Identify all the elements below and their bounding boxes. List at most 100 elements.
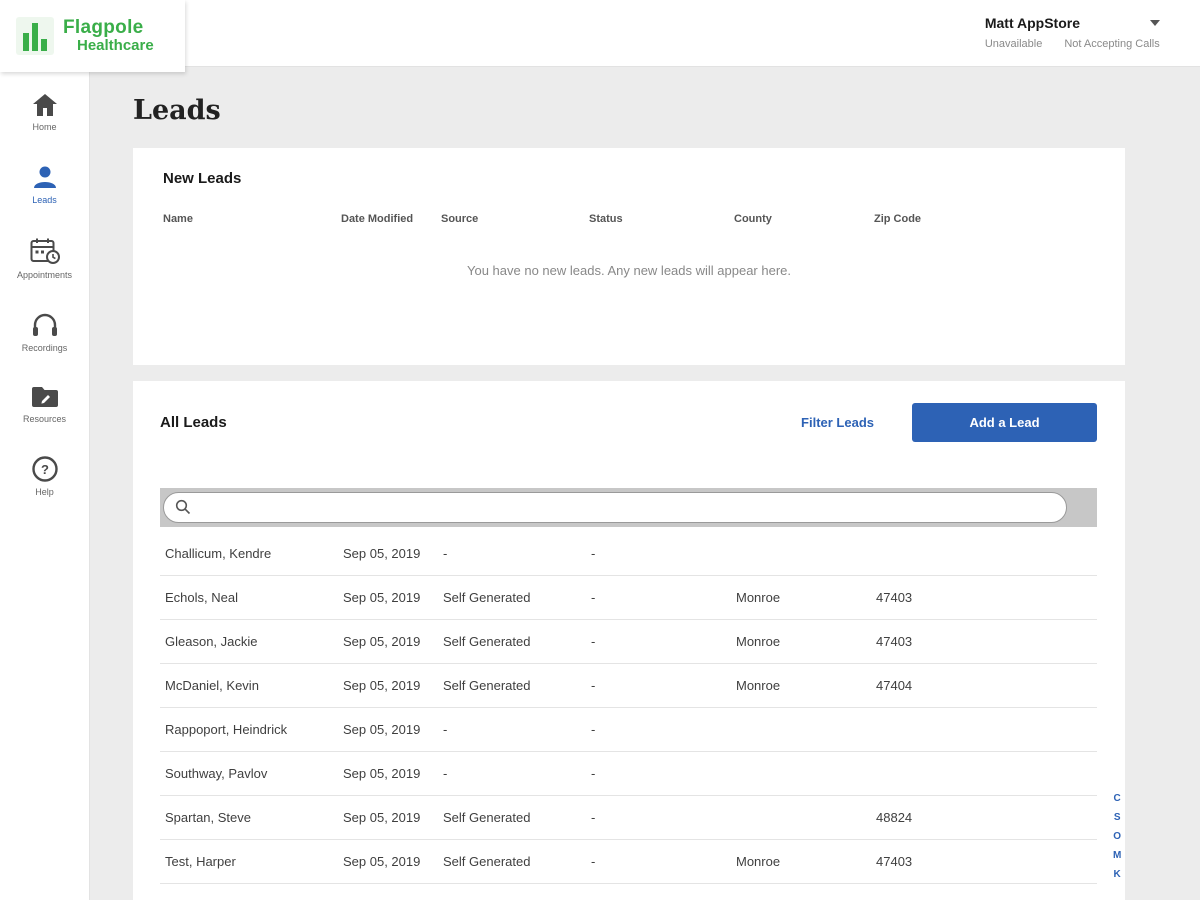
filter-leads-link[interactable]: Filter Leads — [801, 415, 874, 430]
svg-text:?: ? — [41, 462, 49, 477]
lead-date: Sep 05, 2019 — [343, 546, 443, 561]
table-row[interactable]: Spartan, Steve Sep 05, 2019 Self Generat… — [160, 796, 1097, 840]
lead-source: Self Generated — [443, 590, 591, 605]
lead-zip: 47403 — [876, 634, 1097, 649]
lead-status: - — [591, 678, 736, 693]
lead-source: Self Generated — [443, 678, 591, 693]
lead-date: Sep 05, 2019 — [343, 590, 443, 605]
lead-status: - — [591, 722, 736, 737]
sidebar-item-label: Recordings — [22, 343, 68, 353]
lead-county: Monroe — [736, 678, 876, 693]
table-row[interactable]: Rappoport, Heindrick Sep 05, 2019 - - — [160, 708, 1097, 752]
call-status: Not Accepting Calls — [1064, 38, 1159, 50]
lead-status: - — [591, 766, 736, 781]
column-header-name: Name — [163, 213, 341, 225]
flagpole-logo-icon — [16, 17, 54, 55]
lead-date: Sep 05, 2019 — [343, 810, 443, 825]
alphabet-index-letter[interactable]: S — [1114, 812, 1121, 823]
brand-logo[interactable]: Flagpole Healthcare — [0, 0, 185, 72]
sidebar-item-leads[interactable]: Leads — [0, 164, 89, 205]
brand-name-line1: Flagpole — [63, 18, 154, 38]
alphabet-index: C S O M K — [1113, 793, 1121, 880]
lead-name: Rappoport, Heindrick — [165, 722, 343, 737]
new-leads-empty-message: You have no new leads. Any new leads wil… — [163, 263, 1095, 278]
search-bar-strip — [160, 488, 1097, 527]
column-header-status: Status — [589, 213, 734, 225]
user-menu[interactable]: Matt AppStore Unavailable Not Accepting … — [985, 15, 1160, 50]
column-header-zip: Zip Code — [874, 213, 1095, 225]
lead-source: - — [443, 722, 591, 737]
add-lead-button[interactable]: Add a Lead — [912, 403, 1097, 442]
table-row[interactable]: Challicum, Kendre Sep 05, 2019 - - — [160, 532, 1097, 576]
lead-county: Monroe — [736, 634, 876, 649]
sidebar-item-appointments[interactable]: Appointments — [0, 237, 89, 280]
sidebar-item-recordings[interactable]: Recordings — [0, 312, 89, 353]
lead-source: Self Generated — [443, 854, 591, 869]
lead-name: Gleason, Jackie — [165, 634, 343, 649]
table-row[interactable]: Echols, Neal Sep 05, 2019 Self Generated… — [160, 576, 1097, 620]
lead-date: Sep 05, 2019 — [343, 678, 443, 693]
lead-name: Test, Harper — [165, 854, 343, 869]
sidebar-item-label: Home — [32, 122, 56, 132]
sidebar-item-label: Resources — [23, 414, 66, 424]
sidebar-item-resources[interactable]: Resources — [0, 385, 89, 424]
lead-status: - — [591, 590, 736, 605]
sidebar-item-label: Leads — [32, 195, 57, 205]
column-header-source: Source — [441, 213, 589, 225]
lead-date: Sep 05, 2019 — [343, 634, 443, 649]
lead-date: Sep 05, 2019 — [343, 722, 443, 737]
alphabet-index-letter[interactable]: C — [1114, 793, 1121, 804]
folder-pencil-icon — [31, 385, 59, 409]
all-leads-title: All Leads — [160, 414, 227, 431]
alphabet-index-letter[interactable]: O — [1113, 831, 1121, 842]
column-header-county: County — [734, 213, 874, 225]
lead-source: Self Generated — [443, 810, 591, 825]
lead-zip: 47403 — [876, 590, 1097, 605]
lead-county: Monroe — [736, 590, 876, 605]
brand-name-line2: Healthcare — [63, 38, 154, 54]
calendar-clock-icon — [30, 237, 60, 265]
sidebar-item-home[interactable]: Home — [0, 93, 89, 132]
table-row[interactable]: Gleason, Jackie Sep 05, 2019 Self Genera… — [160, 620, 1097, 664]
sidebar: Home Leads Appointments — [0, 67, 90, 900]
lead-name: Spartan, Steve — [165, 810, 343, 825]
lead-zip: 47404 — [876, 678, 1097, 693]
column-header-date: Date Modified — [341, 213, 441, 225]
search-input[interactable] — [163, 492, 1067, 523]
lead-zip: 47403 — [876, 854, 1097, 869]
main-content: Leads New Leads Name Date Modified Sourc… — [90, 67, 1200, 900]
lead-date: Sep 05, 2019 — [343, 766, 443, 781]
user-name: Matt AppStore — [985, 15, 1080, 31]
sidebar-item-label: Help — [35, 487, 54, 497]
search-icon — [175, 499, 191, 520]
sidebar-item-label: Appointments — [17, 270, 72, 280]
lead-source: Self Generated — [443, 634, 591, 649]
lead-source: - — [443, 546, 591, 561]
lead-name: Echols, Neal — [165, 590, 343, 605]
table-row[interactable]: Southway, Pavlov Sep 05, 2019 - - — [160, 752, 1097, 796]
lead-status: - — [591, 546, 736, 561]
all-leads-card: All Leads Filter Leads Add a Lead Challi… — [133, 381, 1125, 900]
lead-status: - — [591, 854, 736, 869]
new-leads-header-row: Name Date Modified Source Status County … — [163, 213, 1095, 225]
lead-date: Sep 05, 2019 — [343, 854, 443, 869]
headphones-icon — [31, 312, 59, 338]
lead-status: - — [591, 634, 736, 649]
help-icon: ? — [32, 456, 58, 482]
new-leads-title: New Leads — [163, 170, 1095, 187]
table-row[interactable]: Test, Harper Sep 05, 2019 Self Generated… — [160, 840, 1097, 884]
lead-source: - — [443, 766, 591, 781]
lead-name: McDaniel, Kevin — [165, 678, 343, 693]
alphabet-index-letter[interactable]: M — [1113, 850, 1121, 861]
chevron-down-icon[interactable] — [1150, 20, 1160, 26]
lead-name: Southway, Pavlov — [165, 766, 343, 781]
lead-name: Challicum, Kendre — [165, 546, 343, 561]
availability-status: Unavailable — [985, 38, 1042, 50]
new-leads-card: New Leads Name Date Modified Source Stat… — [133, 148, 1125, 365]
sidebar-item-help[interactable]: ? Help — [0, 456, 89, 497]
home-icon — [32, 93, 58, 117]
table-row[interactable]: McDaniel, Kevin Sep 05, 2019 Self Genera… — [160, 664, 1097, 708]
alphabet-index-letter[interactable]: K — [1114, 869, 1121, 880]
person-icon — [32, 164, 58, 190]
lead-county: Monroe — [736, 854, 876, 869]
